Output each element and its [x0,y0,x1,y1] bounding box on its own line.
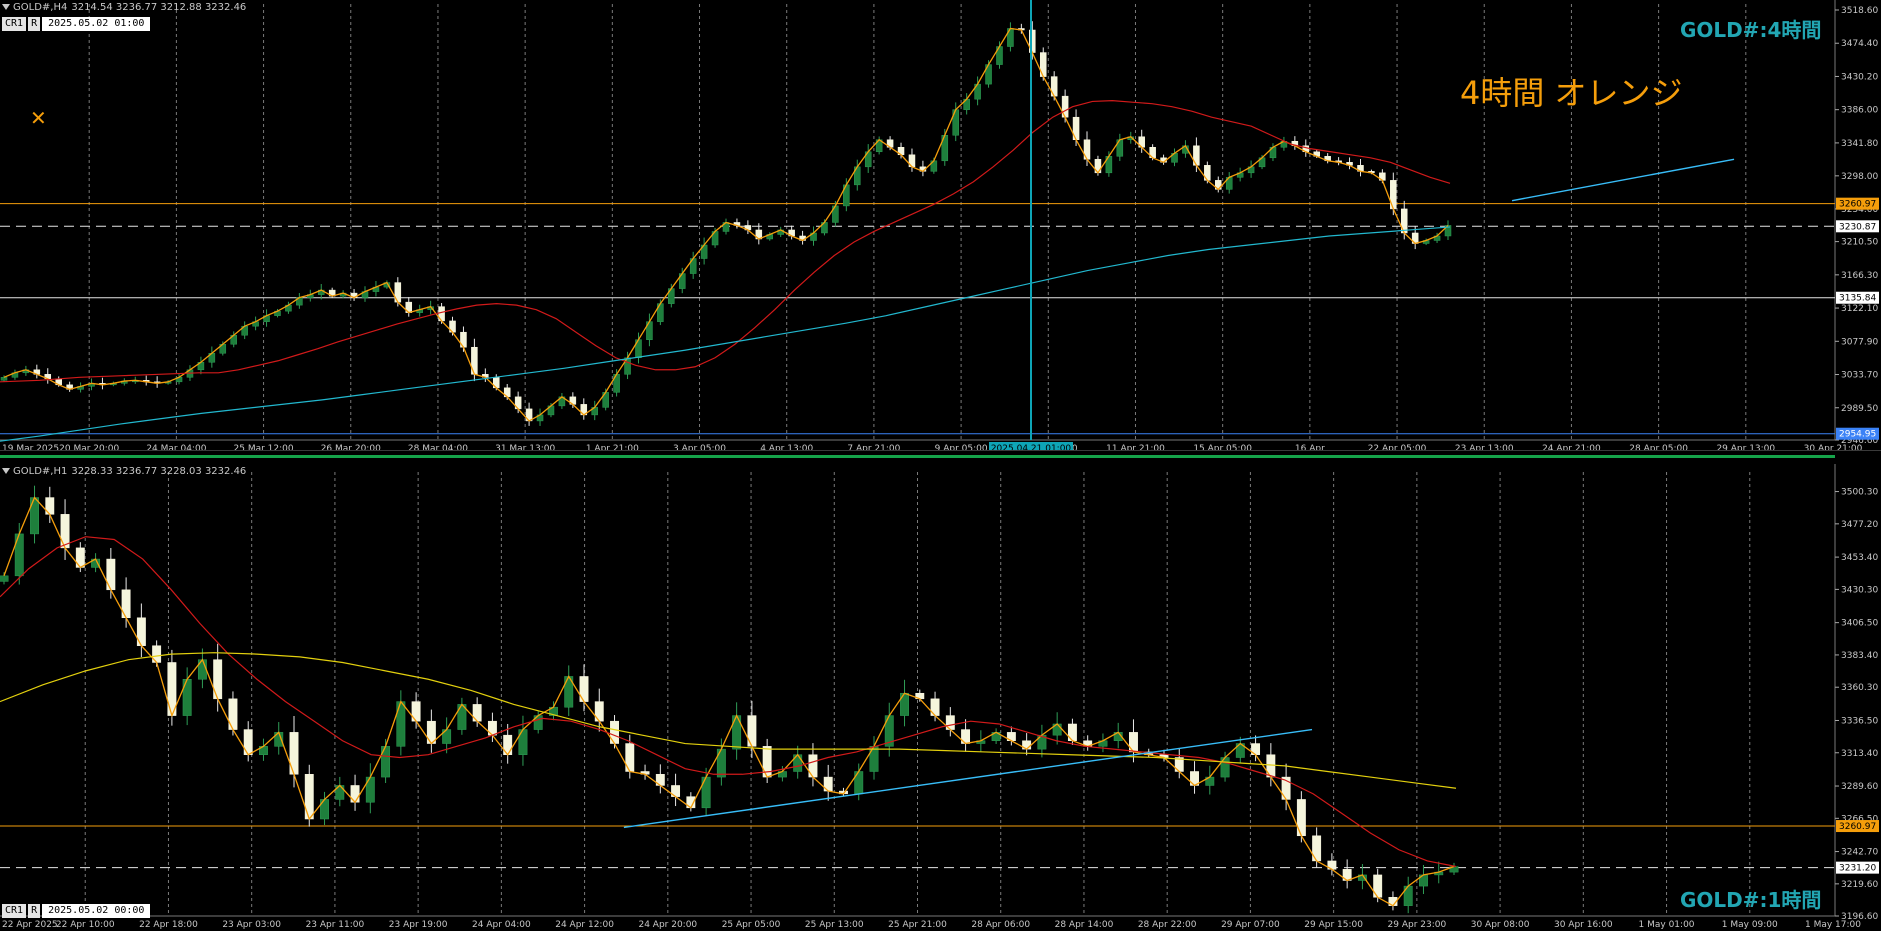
h1-watermark: GOLD#:1時間 [1680,888,1822,912]
h1-y-tick-label: 3453.40 [1841,553,1878,563]
h4-level-label: 3230.87 [1839,222,1876,232]
h4-y-tick-label: 3474.40 [1841,39,1878,49]
h1-tag-cr1[interactable]: CR1 [2,904,27,918]
h1-x-tick-label: 28 Apr 06:00 [971,920,1030,930]
h1-x-tick-label: 23 Apr 11:00 [306,920,365,930]
h4-y-tick-label: 3298.00 [1841,172,1878,182]
crosshair-tool-icon[interactable]: ✕ [30,106,47,130]
h4-chart-pane[interactable]: 19 Mar 2025 20 Mar 20:00 24 Mar 04:00 25 Ma… [0,0,1881,450]
h1-y-tick-label: 3289.60 [1841,782,1878,792]
h1-tag-r[interactable]: R [28,904,41,918]
h4-trendline [1511,158,1735,202]
h4-ma-cyan-line [0,226,1451,442]
h1-x-tick-label: 22 Apr 2025 [2,920,58,930]
h1-x-tick-label: 28 Apr 14:00 [1055,920,1114,930]
h4-y-tick-label: 3518.60 [1841,6,1878,16]
h1-x-tick-label: 23 Apr 03:00 [222,920,281,930]
h1-y-tick-label: 3336.50 [1841,716,1878,726]
h1-x-tick-label: 22 Apr 10:00 [56,920,115,930]
h1-ohlc: 3228.33 3236.77 3228.03 3232.46 [71,466,247,477]
h1-datetime: 2025.05.02 00:00 [42,904,151,918]
h4-y-tick-label: 3077.90 [1841,337,1878,347]
h1-symbol-timeframe: GOLD#,H1 [13,466,68,477]
h4-y-tick-label: 3210.50 [1841,238,1878,248]
h1-y-tick-label: 3477.20 [1841,520,1878,530]
h1-x-tick-label: 22 Apr 18:00 [139,920,198,930]
h4-watermark: GOLD#:4時間 [1680,18,1822,42]
h1-y-tick-label: 3313.40 [1841,749,1878,759]
h1-y-tick-label: 3383.40 [1841,651,1878,661]
h1-level-label: 3260.97 [1839,822,1876,832]
h1-date-bar: CR1 R 2025.05.02 00:00 [2,904,151,918]
h1-y-tick-label: 3500.30 [1841,488,1878,498]
h4-y-tick-label: 3341.80 [1841,139,1878,149]
h1-y-tick-label: 3406.50 [1841,619,1878,629]
h4-level-label: 2954.95 [1839,430,1876,440]
h1-level-label: 3231.20 [1839,864,1876,874]
h4-header: GOLD#,H4 3214.54 3236.77 3212.88 3232.46 [2,2,250,13]
h4-y-tick-label: 3033.70 [1841,371,1878,381]
h1-candle [0,575,9,582]
h4-tag-r[interactable]: R [28,17,41,31]
collapse-triangle-icon[interactable] [2,4,10,10]
h4-level-label: 3135.84 [1839,294,1876,304]
collapse-triangle-icon[interactable] [2,468,10,474]
h4-datetime: 2025.05.02 01:00 [42,17,151,31]
h4-annotation-text: 4時間 オレンジ [1460,74,1683,112]
h4-ohlc: 3214.54 3236.77 3212.88 3232.46 [71,2,247,13]
h1-x-tick-label: 29 Apr 23:00 [1388,920,1447,930]
h4-symbol-timeframe: GOLD#,H4 [13,2,68,13]
h4-tag-cr1[interactable]: CR1 [2,17,27,31]
h1-x-tick-label: 25 Apr 05:00 [722,920,781,930]
h1-zigzag-line [3,496,1455,907]
h1-x-tick-label: 24 Apr 12:00 [555,920,614,930]
h1-x-tick-label: 25 Apr 21:00 [888,920,947,930]
h4-y-tick-label: 3430.20 [1841,72,1878,82]
h4-level-label: 3260.97 [1839,200,1876,210]
h1-chart-pane[interactable]: 22 Apr 2025 22 Apr 10:00 22 Apr 18:00 23 Ap… [0,464,1881,931]
pane-separator-bar [0,455,1835,458]
h4-y-tick-label: 3166.30 [1841,271,1878,281]
h1-x-tick-label: 1 May 09:00 [1722,920,1778,930]
h4-date-bar: CR1 R 2025.05.02 01:00 [2,17,151,31]
h1-y-tick-label: 3219.60 [1841,880,1878,890]
h1-x-tick-label: 24 Apr 20:00 [638,920,697,930]
h4-y-tick-label: 3386.00 [1841,106,1878,116]
h4-ma-red-line [0,100,1451,383]
pane-separator[interactable] [0,450,1881,465]
h1-chart-svg[interactable]: 22 Apr 202522 Apr 10:00 22 Apr 18:00 23 Ap… [0,464,1881,931]
h1-y-tick-label: 3360.30 [1841,683,1878,693]
h4-y-tick-label: 2989.50 [1841,404,1878,414]
h1-y-tick-label: 3242.70 [1841,848,1878,858]
h1-x-tick-label: 23 Apr 19:00 [389,920,448,930]
h4-y-tick-label: 3122.10 [1841,304,1878,314]
h4-candle [0,377,8,381]
h1-x-tick-label: 30 Apr 08:00 [1471,920,1530,930]
h1-x-tick-label: 29 Apr 07:00 [1221,920,1280,930]
h1-y-tick-label: 3196.60 [1841,912,1878,922]
h1-x-tick-label: 24 Apr 04:00 [472,920,531,930]
h1-x-tick-label: 30 Apr 16:00 [1554,920,1613,930]
h1-header: GOLD#,H1 3228.33 3236.77 3228.03 3232.46 [2,466,250,477]
h1-x-tick-label: 28 Apr 22:00 [1138,920,1197,930]
h1-x-tick-label: 25 Apr 13:00 [805,920,864,930]
h1-x-tick-label: 1 May 01:00 [1639,920,1695,930]
h1-x-tick-label: 29 Apr 15:00 [1304,920,1363,930]
h1-y-tick-label: 3430.30 [1841,585,1878,595]
